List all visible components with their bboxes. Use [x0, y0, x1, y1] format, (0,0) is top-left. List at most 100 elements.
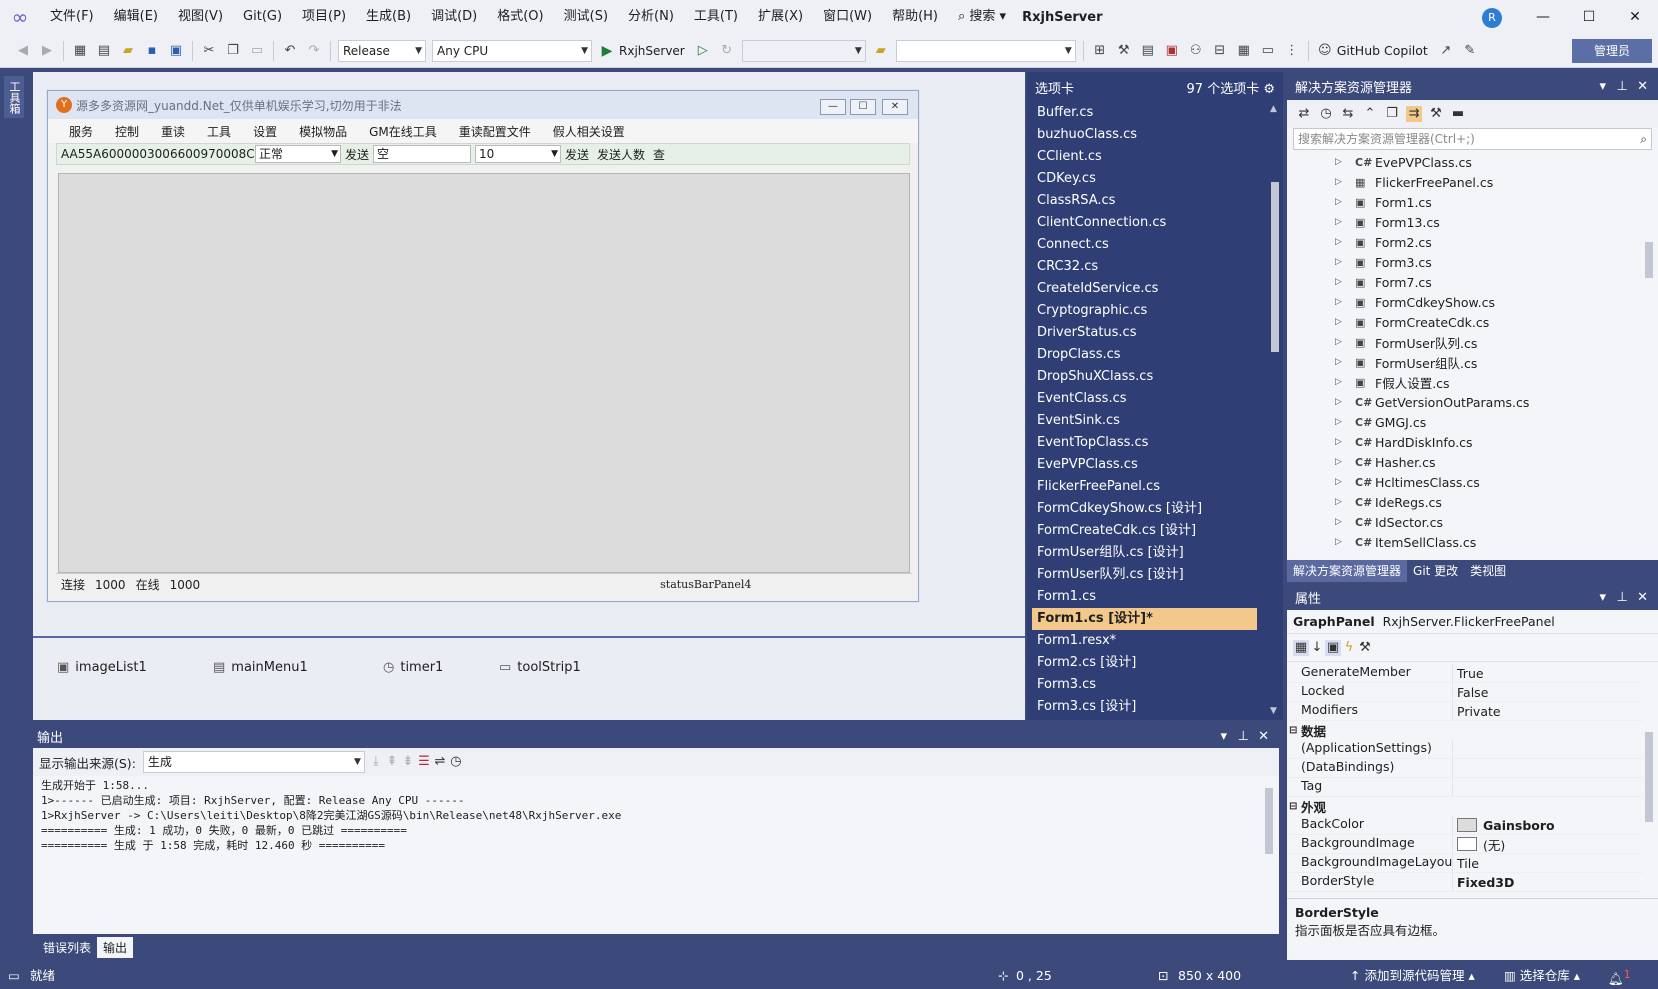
tab-class-view[interactable]: 类视图: [1464, 560, 1512, 582]
solution-scrollbar-thumb[interactable]: [1645, 242, 1653, 278]
show-all-files-icon[interactable]: ❐: [1384, 106, 1400, 122]
search-button[interactable]: ⌕ 搜索 ▾: [948, 0, 1016, 34]
gear-icon[interactable]: ⚙: [1263, 82, 1275, 97]
form-menu-reload[interactable]: 重读: [150, 123, 196, 140]
share-icon[interactable]: ↗: [1435, 40, 1457, 62]
back-icon[interactable]: ◀: [12, 40, 34, 62]
solution-tree-item[interactable]: ▷ ▣ F假人设置.cs: [1287, 372, 1643, 392]
preview-icon[interactable]: ▬: [1450, 106, 1466, 122]
pin-icon[interactable]: ⊥: [1617, 79, 1628, 94]
form1-window[interactable]: Y 源多多资源网_yuandd.Net_仅供单机娱乐学习,切勿用于非法 — ☐ …: [47, 90, 919, 602]
tab-list-item[interactable]: DropClass.cs: [1027, 344, 1267, 366]
tab-list-item[interactable]: Connect.cs: [1027, 234, 1267, 256]
form-menu-settings[interactable]: 设置: [242, 123, 288, 140]
tab-list-item[interactable]: Form1.cs [设计]*: [1032, 608, 1257, 630]
packet-hex-field[interactable]: AA55A6000003006600970008CFB: [57, 147, 270, 161]
property-value[interactable]: True: [1452, 664, 1643, 682]
graph-panel[interactable]: [58, 173, 910, 573]
hot-reload-icon[interactable]: ↻: [716, 40, 738, 62]
timestamp-icon[interactable]: ◷: [448, 754, 464, 770]
tab-list-item[interactable]: FlickerFreePanel.cs: [1027, 476, 1267, 498]
debug-target-select[interactable]: ▼: [741, 39, 866, 62]
tab-list-item[interactable]: ClientConnection.cs: [1027, 212, 1267, 234]
form-menu-control[interactable]: 控制: [104, 123, 150, 140]
collapse-icon[interactable]: ⊟: [1289, 725, 1301, 736]
expand-arrow-icon[interactable]: ▷: [1335, 437, 1355, 447]
tab-list-item[interactable]: CRC32.cs: [1027, 256, 1267, 278]
run-target-label[interactable]: RxjhServer: [619, 44, 685, 58]
solution-tree-item[interactable]: ▷ C# HcltimesClass.cs: [1287, 472, 1643, 492]
cut-icon[interactable]: ✂: [198, 40, 220, 62]
toolbox-tab[interactable]: 工具箱: [4, 76, 24, 118]
pin-icon[interactable]: ⊥: [1617, 590, 1628, 605]
tab-list-item[interactable]: Cryptographic.cs: [1027, 300, 1267, 322]
menu-debug[interactable]: 调试(D): [421, 0, 487, 34]
tab-list-item[interactable]: Form2.cs [设计]: [1027, 652, 1267, 674]
menu-format[interactable]: 格式(O): [487, 0, 553, 34]
properties-view-icon[interactable]: ▣: [1325, 639, 1341, 656]
prev-message-icon[interactable]: ⇞: [384, 754, 400, 770]
undo-icon[interactable]: ↶: [279, 40, 301, 62]
tab-order-icon[interactable]: ▤: [1137, 40, 1159, 62]
count-combo[interactable]: 10 ▼: [475, 145, 562, 163]
form-menu-bot-settings[interactable]: 假人相关设置: [542, 123, 636, 140]
form-menu-service[interactable]: 服务: [58, 123, 104, 140]
tab-git-changes[interactable]: Git 更改: [1407, 560, 1464, 582]
solution-tree-item[interactable]: ▷ ▣ FormCreateCdk.cs: [1287, 312, 1643, 332]
wrench-icon[interactable]: ⚒: [1113, 40, 1135, 62]
object-selector[interactable]: GraphPanel RxjhServer.FlickerFreePanel: [1287, 610, 1658, 634]
solution-tree-item[interactable]: ▷ ▦ FlickerFreePanel.cs: [1287, 172, 1643, 192]
expand-arrow-icon[interactable]: ▷: [1335, 297, 1355, 307]
solution-tree-item[interactable]: ▷ ▣ Form1.cs: [1287, 192, 1643, 212]
next-message-icon[interactable]: ⇟: [400, 754, 416, 770]
copy-icon[interactable]: ❐: [222, 40, 244, 62]
categorized-icon[interactable]: ▦: [1293, 639, 1309, 656]
align-icon[interactable]: ⊟: [1209, 40, 1231, 62]
solution-tree-item[interactable]: ▷ C# ItemSellClass.cs: [1287, 532, 1643, 552]
team-icon[interactable]: ⚇: [1185, 40, 1207, 62]
tab-list-item[interactable]: DropShuXClass.cs: [1027, 366, 1267, 388]
expand-arrow-icon[interactable]: ▷: [1335, 517, 1355, 527]
send-button-2[interactable]: 发送: [561, 146, 593, 163]
history-icon[interactable]: ◷: [1318, 106, 1334, 122]
account-avatar[interactable]: R: [1482, 8, 1502, 28]
dropdown-icon[interactable]: ▾: [1220, 729, 1227, 744]
copilot-icon[interactable]: ☺: [1314, 40, 1336, 62]
tab-list-item[interactable]: EventSink.cs: [1027, 410, 1267, 432]
collapse-all-icon[interactable]: ⌃: [1362, 106, 1378, 122]
component-mainmenu1[interactable]: ▤ mainMenu1: [213, 660, 308, 675]
form-minimize-button[interactable]: —: [820, 99, 846, 115]
output-scrollbar-thumb[interactable]: [1265, 788, 1273, 854]
collapse-icon[interactable]: ⊟: [1289, 801, 1301, 812]
solution-tree-item[interactable]: ▷ C# GMGJ.cs: [1287, 412, 1643, 432]
menu-project[interactable]: 项目(P): [292, 0, 356, 34]
expand-arrow-icon[interactable]: ▷: [1335, 277, 1355, 287]
component-timer1[interactable]: ◷ timer1: [383, 660, 443, 675]
expand-arrow-icon[interactable]: ▷: [1335, 457, 1355, 467]
expand-arrow-icon[interactable]: ▷: [1335, 317, 1355, 327]
sync-icon[interactable]: ⇆: [1340, 106, 1356, 122]
events-icon[interactable]: ϟ: [1341, 640, 1357, 656]
save-icon[interactable]: ▪: [141, 40, 163, 62]
property-value[interactable]: False: [1452, 683, 1643, 701]
property-row[interactable]: BorderStyle Fixed3D: [1287, 873, 1643, 892]
solution-tree-item[interactable]: ▷ ▣ Form3.cs: [1287, 252, 1643, 272]
switch-view-icon[interactable]: ⇄: [1296, 106, 1312, 122]
grid-icon[interactable]: ▦: [1233, 40, 1255, 62]
tab-list-item[interactable]: FormCdkeyShow.cs [设计]: [1027, 498, 1267, 520]
configuration-select[interactable]: Release ▼: [338, 39, 426, 62]
form-menu-tools[interactable]: 工具: [196, 123, 242, 140]
menu-file[interactable]: 文件(F): [40, 0, 104, 34]
tab-list-item[interactable]: Form3.cs: [1027, 674, 1267, 696]
tab-list-item[interactable]: FormUser队列.cs [设计]: [1027, 564, 1267, 586]
scroll-down-icon[interactable]: ▼: [1270, 706, 1277, 716]
add-item-icon[interactable]: ▤: [93, 40, 115, 62]
properties-scrollbar-thumb[interactable]: [1645, 732, 1653, 822]
tab-list-item[interactable]: Form1.resx*: [1027, 630, 1267, 652]
send-button-1[interactable]: 发送: [341, 146, 373, 163]
solution-tree-item[interactable]: ▷ C# HardDiskInfo.cs: [1287, 432, 1643, 452]
expand-arrow-icon[interactable]: ▷: [1335, 377, 1355, 387]
solution-tree-item[interactable]: ▷ ▣ Form2.cs: [1287, 232, 1643, 252]
property-row[interactable]: Locked False: [1287, 683, 1643, 702]
close-icon[interactable]: ✕: [1258, 729, 1269, 744]
